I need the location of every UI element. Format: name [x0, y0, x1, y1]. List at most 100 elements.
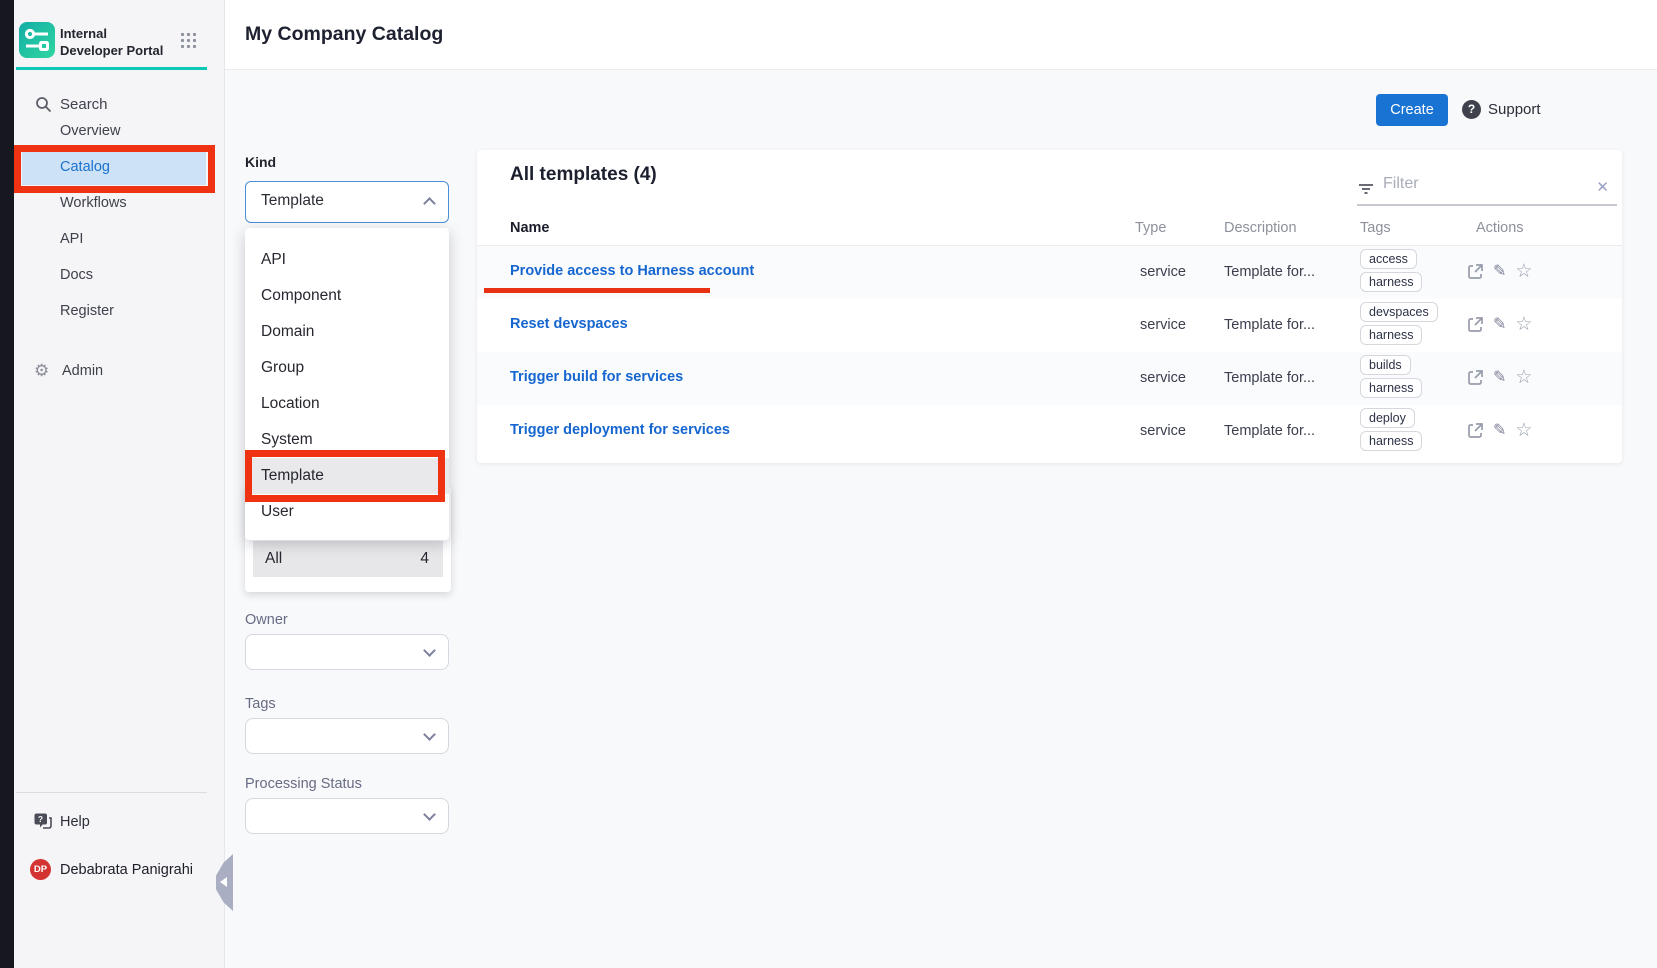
tags-select[interactable]: [245, 718, 449, 754]
processing-status-select[interactable]: [245, 798, 449, 834]
star-icon[interactable]: ☆: [1515, 368, 1532, 387]
edit-icon[interactable]: ✎: [1493, 423, 1506, 439]
brand-divider: [16, 67, 207, 70]
open-in-new-icon[interactable]: [1467, 316, 1484, 333]
kind-option-user[interactable]: User: [245, 494, 449, 530]
edit-icon[interactable]: ✎: [1493, 370, 1506, 386]
template-link[interactable]: Trigger build for services: [510, 369, 683, 385]
kind-option-domain[interactable]: Domain: [245, 314, 449, 350]
template-link[interactable]: Reset devspaces: [510, 316, 628, 332]
help-label: Help: [60, 814, 90, 830]
tag-badge[interactable]: deploy: [1360, 408, 1415, 428]
owner-select[interactable]: [245, 634, 449, 670]
question-icon: ?: [1462, 100, 1481, 119]
kind-dropdown-menu: API Component Domain Group Location Syst…: [245, 228, 449, 540]
sidebar-item-help[interactable]: ? Help: [14, 808, 224, 838]
close-icon[interactable]: ✕: [1596, 178, 1609, 196]
open-in-new-icon[interactable]: [1467, 263, 1484, 280]
chevron-down-icon: [423, 808, 436, 821]
sidebar-item-workflows[interactable]: Workflows: [14, 185, 224, 221]
star-icon[interactable]: ☆: [1515, 315, 1532, 334]
row-description: Template for...: [1224, 317, 1315, 333]
main-area: My Company Catalog Create ? Support Kind…: [225, 0, 1657, 968]
column-description: Description: [1224, 220, 1297, 236]
support-label: Support: [1488, 101, 1541, 118]
kind-option-api[interactable]: API: [245, 242, 449, 278]
open-in-new-icon[interactable]: [1467, 369, 1484, 386]
tag-badge[interactable]: harness: [1360, 272, 1422, 292]
table-row: Trigger build for services service Templ…: [477, 352, 1622, 405]
tag-badge[interactable]: access: [1360, 249, 1417, 269]
sidebar-item-docs[interactable]: Docs: [14, 257, 224, 293]
top-header: My Company Catalog: [225, 0, 1657, 70]
window-edge-strip: [0, 0, 14, 968]
column-actions: Actions: [1476, 220, 1524, 236]
kind-all-row[interactable]: All 4: [253, 541, 443, 577]
kind-option-group[interactable]: Group: [245, 350, 449, 386]
row-type: service: [1140, 264, 1186, 280]
kind-select[interactable]: Template: [245, 181, 449, 223]
sidebar-divider: [16, 792, 207, 793]
portal-brand-title: Internal Developer Portal: [60, 26, 172, 60]
kind-option-system[interactable]: System: [245, 422, 449, 458]
page-title: My Company Catalog: [245, 23, 443, 46]
sidebar-item-api[interactable]: API: [14, 221, 224, 257]
star-icon[interactable]: ☆: [1515, 262, 1532, 281]
row-type: service: [1140, 370, 1186, 386]
processing-status-label: Processing Status: [245, 776, 362, 792]
open-in-new-icon[interactable]: [1467, 422, 1484, 439]
row-description: Template for...: [1224, 264, 1315, 280]
star-icon[interactable]: ☆: [1515, 421, 1532, 440]
search-icon: [35, 96, 52, 113]
kind-option-location[interactable]: Location: [245, 386, 449, 422]
tags-label: Tags: [245, 696, 276, 712]
row-tags: builds harness: [1360, 355, 1422, 401]
sidebar-nav: Overview Catalog Workflows API Docs Regi…: [14, 113, 224, 329]
template-link[interactable]: Provide access to Harness account: [510, 263, 754, 279]
tag-badge[interactable]: builds: [1360, 355, 1411, 375]
row-tags: deploy harness: [1360, 408, 1422, 454]
sidebar-item-overview[interactable]: Overview: [14, 113, 224, 149]
filter-input[interactable]: [1383, 175, 1583, 193]
template-link[interactable]: Trigger deployment for services: [510, 422, 730, 438]
collapse-arrow-icon: [220, 877, 227, 887]
owner-label: Owner: [245, 612, 288, 628]
kind-all-count: 4: [420, 541, 429, 577]
table-filter: ✕: [1357, 172, 1617, 206]
table-row: Provide access to Harness account servic…: [477, 246, 1622, 299]
column-name: Name: [510, 220, 550, 236]
table-title: All templates (4): [510, 164, 657, 186]
sidebar-item-catalog[interactable]: Catalog: [22, 149, 206, 185]
apps-grid-icon[interactable]: [180, 32, 197, 54]
create-button[interactable]: Create: [1376, 94, 1448, 126]
user-profile[interactable]: DP Debabrata Panigrahi: [14, 856, 224, 886]
search-label: Search: [60, 96, 108, 113]
column-type: Type: [1135, 220, 1166, 236]
tag-badge[interactable]: devspaces: [1360, 302, 1438, 322]
sidebar-item-admin[interactable]: ⚙ Admin: [14, 353, 224, 389]
edit-icon[interactable]: ✎: [1493, 264, 1506, 280]
portal-logo-icon: [19, 22, 55, 63]
chevron-up-icon: [423, 197, 436, 210]
row-actions: ✎ ☆: [1467, 421, 1532, 440]
svg-text:?: ?: [38, 814, 43, 824]
edit-icon[interactable]: ✎: [1493, 317, 1506, 333]
tag-badge[interactable]: harness: [1360, 325, 1422, 345]
kind-option-component[interactable]: Component: [245, 278, 449, 314]
admin-label: Admin: [62, 353, 103, 389]
kind-option-template[interactable]: Template: [245, 458, 449, 494]
content-body: Create ? Support Kind Template All 4 API…: [225, 70, 1657, 968]
chevron-down-icon: [423, 644, 436, 657]
tag-badge[interactable]: harness: [1360, 431, 1422, 451]
sidebar: Internal Developer Portal Search Overvie…: [14, 0, 225, 968]
row-description: Template for...: [1224, 370, 1315, 386]
help-chat-icon: ?: [33, 812, 53, 831]
gear-icon: ⚙: [34, 353, 49, 389]
table-rows: Provide access to Harness account servic…: [477, 246, 1622, 458]
tag-badge[interactable]: harness: [1360, 378, 1422, 398]
row-type: service: [1140, 423, 1186, 439]
table-row: Trigger deployment for services service …: [477, 405, 1622, 458]
row-type: service: [1140, 317, 1186, 333]
sidebar-item-register[interactable]: Register: [14, 293, 224, 329]
row-actions: ✎ ☆: [1467, 262, 1532, 281]
